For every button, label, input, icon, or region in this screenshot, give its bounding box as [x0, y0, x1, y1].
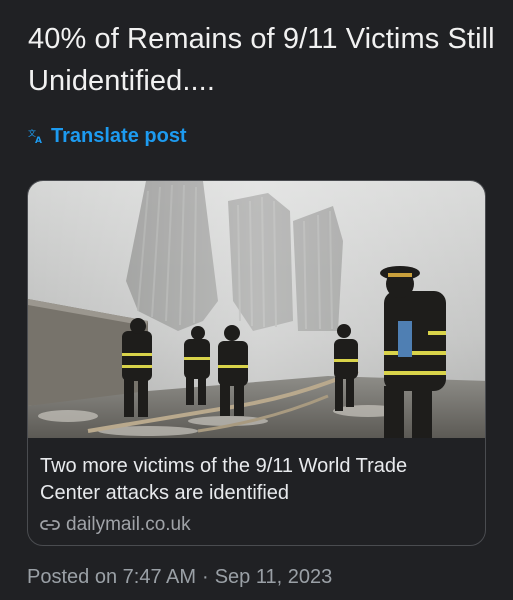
link-domain-text: dailymail.co.uk: [66, 514, 191, 535]
link-preview-card[interactable]: Two more victims of the 9/11 World Trade…: [27, 180, 486, 546]
link-preview-domain: dailymail.co.uk: [40, 513, 191, 537]
post-date: Sep 11, 2023: [214, 565, 333, 588]
post-time: 7:47 AM: [122, 565, 197, 588]
translate-post-label: Translate post: [51, 124, 187, 147]
post-text: 40% of Remains of 9/11 Victims Still Uni…: [28, 23, 495, 97]
svg-text:A: A: [35, 136, 42, 144]
posted-label: Posted on: [27, 565, 118, 588]
translate-post-button[interactable]: 文 A Translate post: [28, 122, 187, 150]
link-preview-image: [28, 181, 485, 438]
link-preview-title: Two more victims of the 9/11 World Trade…: [40, 455, 408, 504]
meta-separator: ·: [202, 565, 209, 588]
link-icon: [40, 520, 60, 530]
translate-icon: 文 A: [28, 128, 42, 144]
post-meta: Posted on 7:47 AM · Sep 11, 2023: [27, 564, 332, 590]
